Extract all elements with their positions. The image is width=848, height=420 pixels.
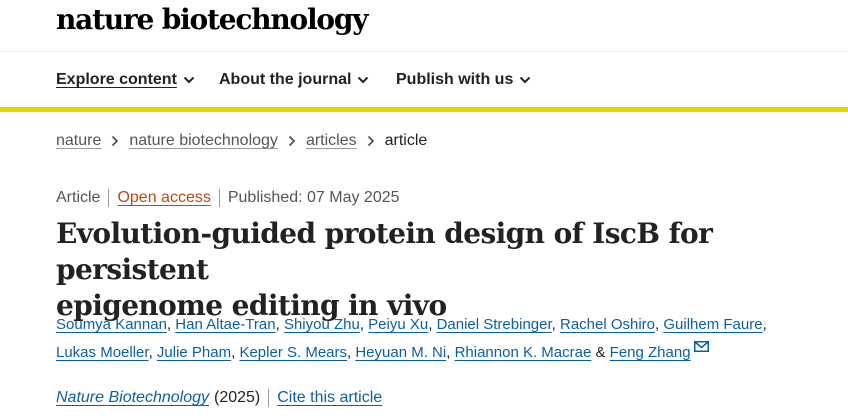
nav-label: Explore content xyxy=(56,71,177,88)
article-title: Evolution-guided protein design of IscB … xyxy=(56,216,826,324)
masthead: nature biotechnology xyxy=(0,0,848,52)
breadcrumb-nature[interactable]: nature xyxy=(56,132,101,150)
main-nav: Explore content About the journal Publis… xyxy=(0,52,848,112)
author-link[interactable]: Rhiannon K. Macrae xyxy=(455,344,592,361)
nav-label: Publish with us xyxy=(396,71,514,88)
author-link[interactable]: Shiyou Zhu xyxy=(284,316,360,333)
breadcrumb-articles[interactable]: articles xyxy=(306,132,357,150)
author-link[interactable]: Han Altae-Tran xyxy=(175,316,275,333)
cite-article-link[interactable]: Cite this article xyxy=(277,389,382,407)
author-link[interactable]: Peiyu Xu xyxy=(368,316,428,333)
nav-publish-with-us[interactable]: Publish with us xyxy=(396,71,531,89)
publication-year: (2025) xyxy=(213,389,261,406)
chevron-down-icon xyxy=(183,76,195,84)
chevron-down-icon xyxy=(520,76,531,84)
author-link[interactable]: Julie Pham xyxy=(157,344,231,361)
article-type: Article xyxy=(56,189,101,206)
divider xyxy=(108,189,110,207)
author-link[interactable]: Soumya Kannan xyxy=(56,316,167,333)
author-link[interactable]: Rachel Oshiro xyxy=(560,316,655,333)
chevron-right-icon xyxy=(288,135,296,147)
author-link[interactable]: Kepler S. Mears xyxy=(239,344,347,361)
journal-logo[interactable]: nature biotechnology xyxy=(56,3,369,36)
breadcrumb-current: article xyxy=(384,132,428,149)
citation-line: Nature Biotechnology (2025) Cite this ar… xyxy=(56,389,382,407)
divider xyxy=(268,389,270,407)
title-line: Evolution-guided protein design of IscB … xyxy=(56,217,713,286)
nav-label: About the journal xyxy=(219,71,352,88)
breadcrumb-nature-biotechnology[interactable]: nature biotechnology xyxy=(129,132,278,150)
chevron-down-icon xyxy=(358,76,369,84)
author-link[interactable]: Daniel Strebinger xyxy=(437,316,552,333)
author-list: Soumya Kannan, Han Altae-Tran, Shiyou Zh… xyxy=(56,316,767,361)
envelope-icon[interactable] xyxy=(693,341,709,352)
divider xyxy=(218,189,220,207)
author-link[interactable]: Guilhem Faure xyxy=(663,316,762,333)
nav-explore-content[interactable]: Explore content xyxy=(56,71,195,89)
author-link[interactable]: Heyuan M. Ni xyxy=(355,344,446,361)
journal-link[interactable]: Nature Biotechnology xyxy=(56,389,209,407)
nav-about-journal[interactable]: About the journal xyxy=(219,71,369,89)
author-link[interactable]: Feng Zhang xyxy=(610,344,691,361)
article-meta: Article Open access Published: 07 May 20… xyxy=(56,189,400,207)
open-access-link[interactable]: Open access xyxy=(117,189,210,207)
breadcrumb: nature nature biotechnology articles art… xyxy=(56,132,427,150)
published-date: Published: 07 May 2025 xyxy=(227,189,400,206)
chevron-right-icon xyxy=(367,135,374,147)
chevron-right-icon xyxy=(112,135,119,147)
author-link[interactable]: Lukas Moeller xyxy=(56,344,149,361)
